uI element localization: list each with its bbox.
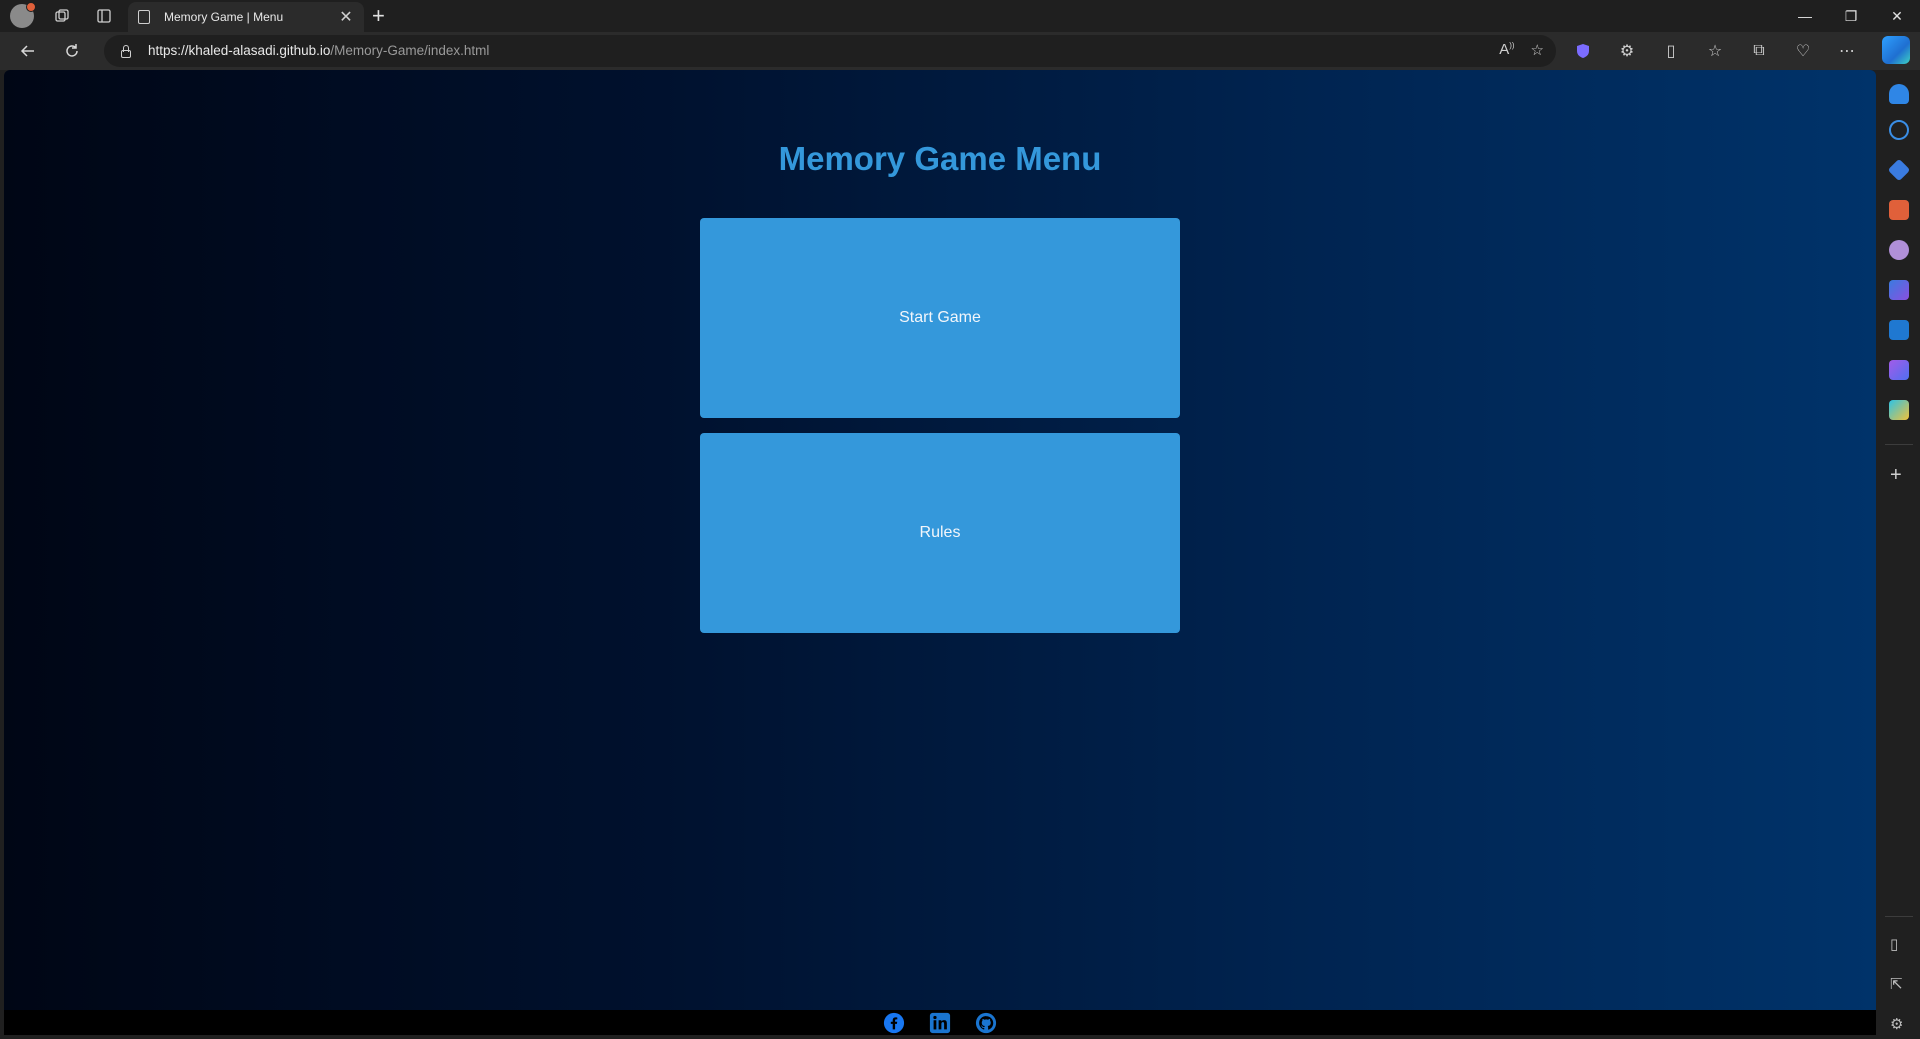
edge-sidebar: + ▯ ⇱ ⚙ (1877, 70, 1920, 1039)
shopping-icon[interactable] (1887, 158, 1911, 182)
sidebar-divider (1885, 444, 1913, 445)
address-bar-actions: A)) ☆ (1499, 41, 1544, 59)
profile-avatar-icon[interactable] (10, 2, 36, 28)
active-tab[interactable]: Memory Game | Menu ✕ (128, 2, 364, 32)
extensions-icon[interactable]: ⚙ (1614, 38, 1640, 64)
restore-button[interactable]: ❐ (1828, 0, 1874, 32)
microsoft-365-icon[interactable] (1889, 280, 1909, 300)
tab-close-icon[interactable]: ✕ (338, 7, 354, 27)
shield-extension-icon[interactable] (1570, 38, 1596, 64)
new-tab-button[interactable]: + (372, 4, 385, 28)
workspaces-icon[interactable] (50, 4, 74, 28)
add-icon[interactable]: + (1890, 465, 1902, 485)
games-icon[interactable] (1889, 240, 1909, 260)
back-arrow-icon[interactable] (14, 38, 42, 64)
designer-icon[interactable] (1889, 360, 1909, 380)
copilot-icon[interactable] (1882, 36, 1910, 64)
window-controls: — ❐ ✕ (1782, 0, 1920, 32)
favorites-icon[interactable]: ☆ (1702, 38, 1728, 64)
url-path: /Memory-Game/index.html (330, 43, 490, 58)
collections-icon[interactable]: ⧉ (1746, 38, 1772, 64)
sidebar-divider (1885, 916, 1913, 917)
send-icon[interactable] (1889, 400, 1909, 420)
search-icon[interactable] (1889, 120, 1909, 140)
notifications-icon[interactable] (1889, 84, 1909, 104)
page-document-icon (138, 10, 150, 24)
favorite-star-icon[interactable]: ☆ (1531, 41, 1544, 59)
outlook-icon[interactable] (1889, 320, 1909, 340)
open-external-icon[interactable]: ⇱ (1890, 976, 1903, 994)
browser-toolbar: https://khaled-alasadi.github.io/Memory-… (0, 32, 1920, 70)
browser-essentials-icon[interactable]: ♡ (1790, 38, 1816, 64)
linkedin-icon[interactable] (928, 1011, 952, 1035)
lock-icon[interactable] (120, 45, 132, 58)
settings-icon[interactable]: ⚙ (1890, 1016, 1903, 1034)
browser-title-bar: Memory Game | Menu ✕ + — ❐ ✕ (0, 0, 1920, 32)
sidebar-toggle-icon[interactable]: ▯ (1890, 936, 1898, 954)
rules-button[interactable]: Rules (700, 433, 1180, 633)
page-viewport: Memory Game Menu Start Game Rules (4, 70, 1876, 1035)
github-icon[interactable] (974, 1011, 998, 1035)
url-host: https://khaled-alasadi.github.io (148, 43, 331, 58)
address-bar[interactable]: https://khaled-alasadi.github.io/Memory-… (104, 35, 1556, 67)
page-title: Memory Game Menu (778, 140, 1102, 177)
tools-icon[interactable] (1889, 200, 1909, 220)
more-options-icon[interactable]: ⋯ (1834, 38, 1860, 64)
toolbar-icons: ⚙ ▯ ☆ ⧉ ♡ ⋯ (1570, 38, 1860, 64)
minimize-button[interactable]: — (1782, 0, 1828, 32)
vertical-tabs-icon[interactable] (92, 4, 116, 28)
start-game-button[interactable]: Start Game (700, 218, 1180, 418)
url-text[interactable]: https://khaled-alasadi.github.io/Memory-… (148, 43, 489, 58)
page-footer (4, 1010, 1876, 1035)
split-screen-icon[interactable]: ▯ (1658, 38, 1684, 64)
facebook-icon[interactable] (882, 1011, 906, 1035)
read-aloud-icon[interactable]: A)) (1499, 41, 1514, 59)
refresh-icon[interactable] (58, 38, 86, 64)
tab-title: Memory Game | Menu (164, 10, 284, 24)
close-window-button[interactable]: ✕ (1874, 0, 1920, 32)
